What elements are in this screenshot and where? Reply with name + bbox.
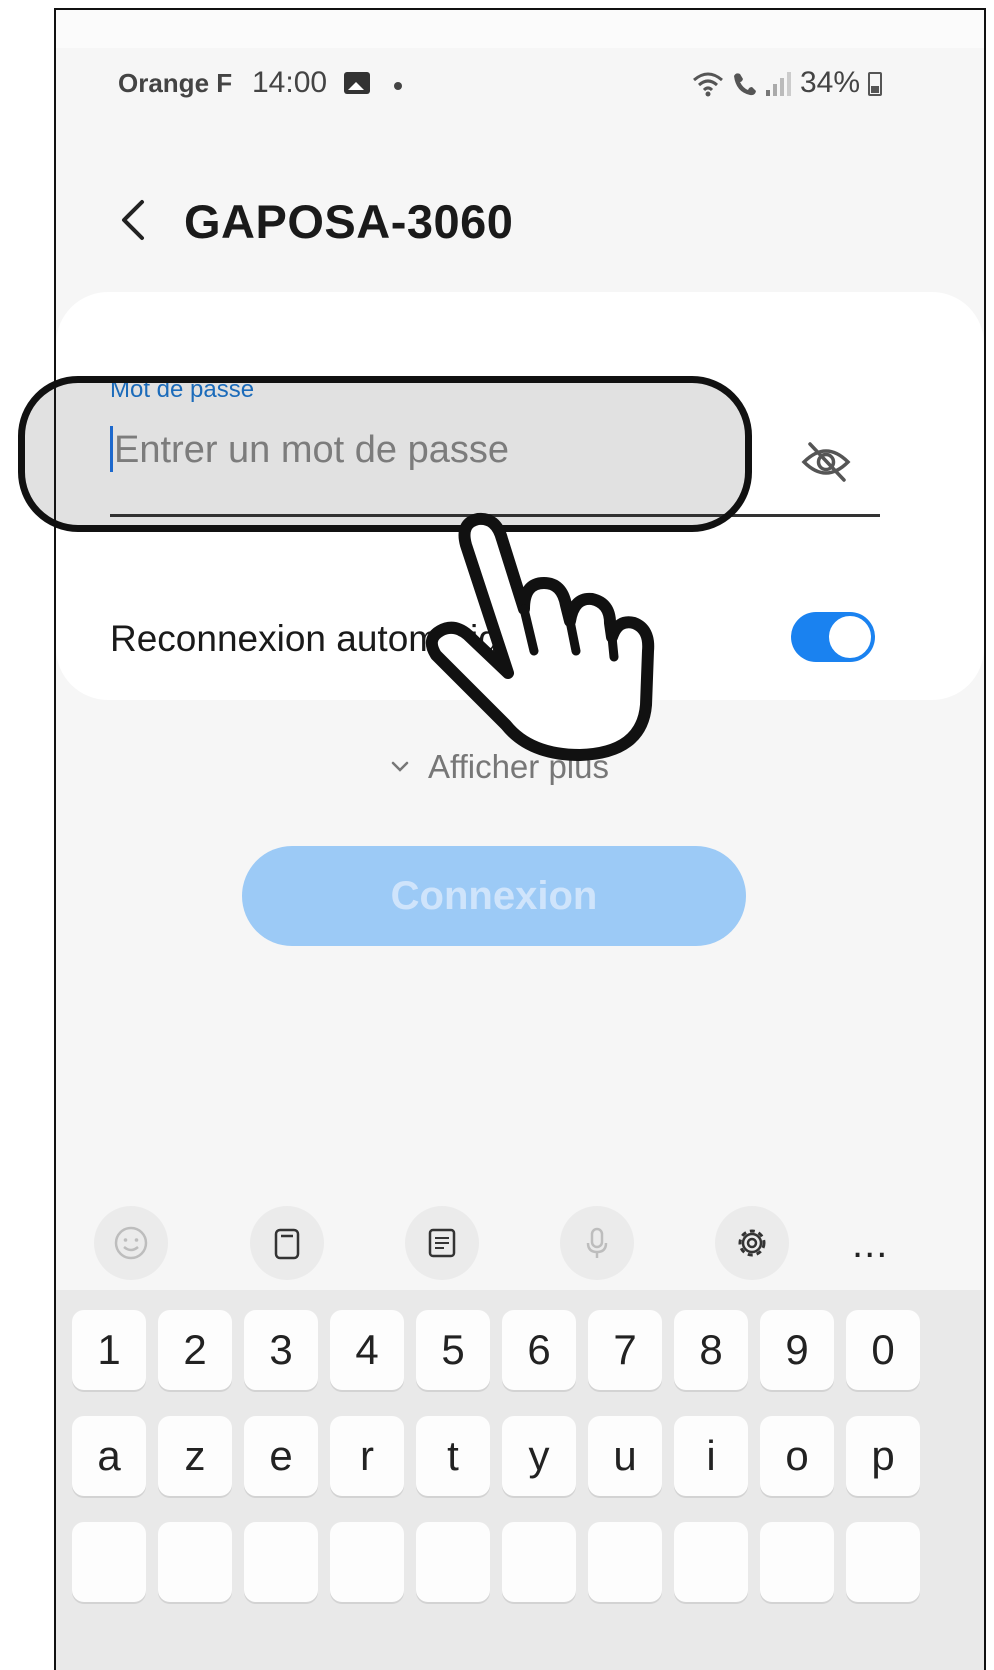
auto-reconnect-toggle[interactable] xyxy=(791,612,875,662)
keyboard: 1 2 3 4 5 6 7 8 9 0 a z e r t y u i o p xyxy=(56,1290,984,1670)
chevron-down-icon xyxy=(391,761,409,772)
battery-icon xyxy=(868,72,882,96)
key-5[interactable]: 5 xyxy=(416,1310,490,1390)
key-0[interactable]: 0 xyxy=(846,1310,920,1390)
eye-off-icon[interactable] xyxy=(800,440,852,484)
key-i[interactable]: i xyxy=(674,1416,748,1496)
clipboard-button[interactable] xyxy=(250,1206,324,1280)
key-8[interactable]: 8 xyxy=(674,1310,748,1390)
key-partial[interactable] xyxy=(846,1522,920,1602)
settings-icon xyxy=(738,1229,766,1257)
key-partial[interactable] xyxy=(674,1522,748,1602)
key-partial[interactable] xyxy=(158,1522,232,1602)
battery-percent: 34% xyxy=(800,66,861,99)
key-partial[interactable] xyxy=(72,1522,146,1602)
key-partial[interactable] xyxy=(416,1522,490,1602)
status-time: 14:00 xyxy=(252,66,328,99)
key-partial[interactable] xyxy=(330,1522,404,1602)
key-e[interactable]: e xyxy=(244,1416,318,1496)
key-u[interactable]: u xyxy=(588,1416,662,1496)
key-partial[interactable] xyxy=(760,1522,834,1602)
key-9[interactable]: 9 xyxy=(760,1310,834,1390)
emoji-icon xyxy=(114,1226,148,1260)
number-row: 1 2 3 4 5 6 7 8 9 0 xyxy=(72,1310,920,1390)
key-partial[interactable] xyxy=(244,1522,318,1602)
key-o[interactable]: o xyxy=(760,1416,834,1496)
key-z[interactable]: z xyxy=(158,1416,232,1496)
key-r[interactable]: r xyxy=(330,1416,404,1496)
gallery-icon xyxy=(344,72,370,94)
wifi-icon xyxy=(693,72,723,97)
toggle-knob xyxy=(827,614,873,660)
back-icon[interactable] xyxy=(112,192,152,248)
clipboard-icon xyxy=(274,1228,300,1260)
key-3[interactable]: 3 xyxy=(244,1310,318,1390)
screen-top-edge xyxy=(56,10,984,48)
wifi-call-icon xyxy=(734,73,756,96)
key-p[interactable]: p xyxy=(846,1416,920,1496)
notification-dot-icon xyxy=(394,82,402,90)
key-partial[interactable] xyxy=(502,1522,576,1602)
keyboard-toolbar: ... xyxy=(56,1206,984,1286)
key-4[interactable]: 4 xyxy=(330,1310,404,1390)
letter-row-2 xyxy=(72,1522,920,1602)
key-t[interactable]: t xyxy=(416,1416,490,1496)
key-7[interactable]: 7 xyxy=(588,1310,662,1390)
mic-icon xyxy=(586,1227,608,1258)
pointing-hand-icon xyxy=(425,512,655,761)
mic-button[interactable] xyxy=(560,1206,634,1280)
signal-icon xyxy=(766,72,791,96)
key-y[interactable]: y xyxy=(502,1416,576,1496)
key-6[interactable]: 6 xyxy=(502,1310,576,1390)
key-partial[interactable] xyxy=(588,1522,662,1602)
text-mode-button[interactable] xyxy=(405,1206,479,1280)
letter-row-1: a z e r t y u i o p xyxy=(72,1416,920,1496)
status-bar: Orange F 14:00 34% xyxy=(56,62,984,112)
key-a[interactable]: a xyxy=(72,1416,146,1496)
carrier-name: Orange F xyxy=(118,68,233,98)
page-title: GAPOSA-3060 xyxy=(184,195,514,248)
more-icon[interactable]: ... xyxy=(852,1222,888,1267)
settings-button[interactable] xyxy=(715,1206,789,1280)
text-mode-icon xyxy=(428,1228,456,1258)
phone-screen: Orange F 14:00 34% GAPOSA-3060 Mot de pa… xyxy=(54,8,986,1670)
key-1[interactable]: 1 xyxy=(72,1310,146,1390)
emoji-button[interactable] xyxy=(94,1206,168,1280)
key-2[interactable]: 2 xyxy=(158,1310,232,1390)
connect-button[interactable]: Connexion xyxy=(242,846,746,946)
